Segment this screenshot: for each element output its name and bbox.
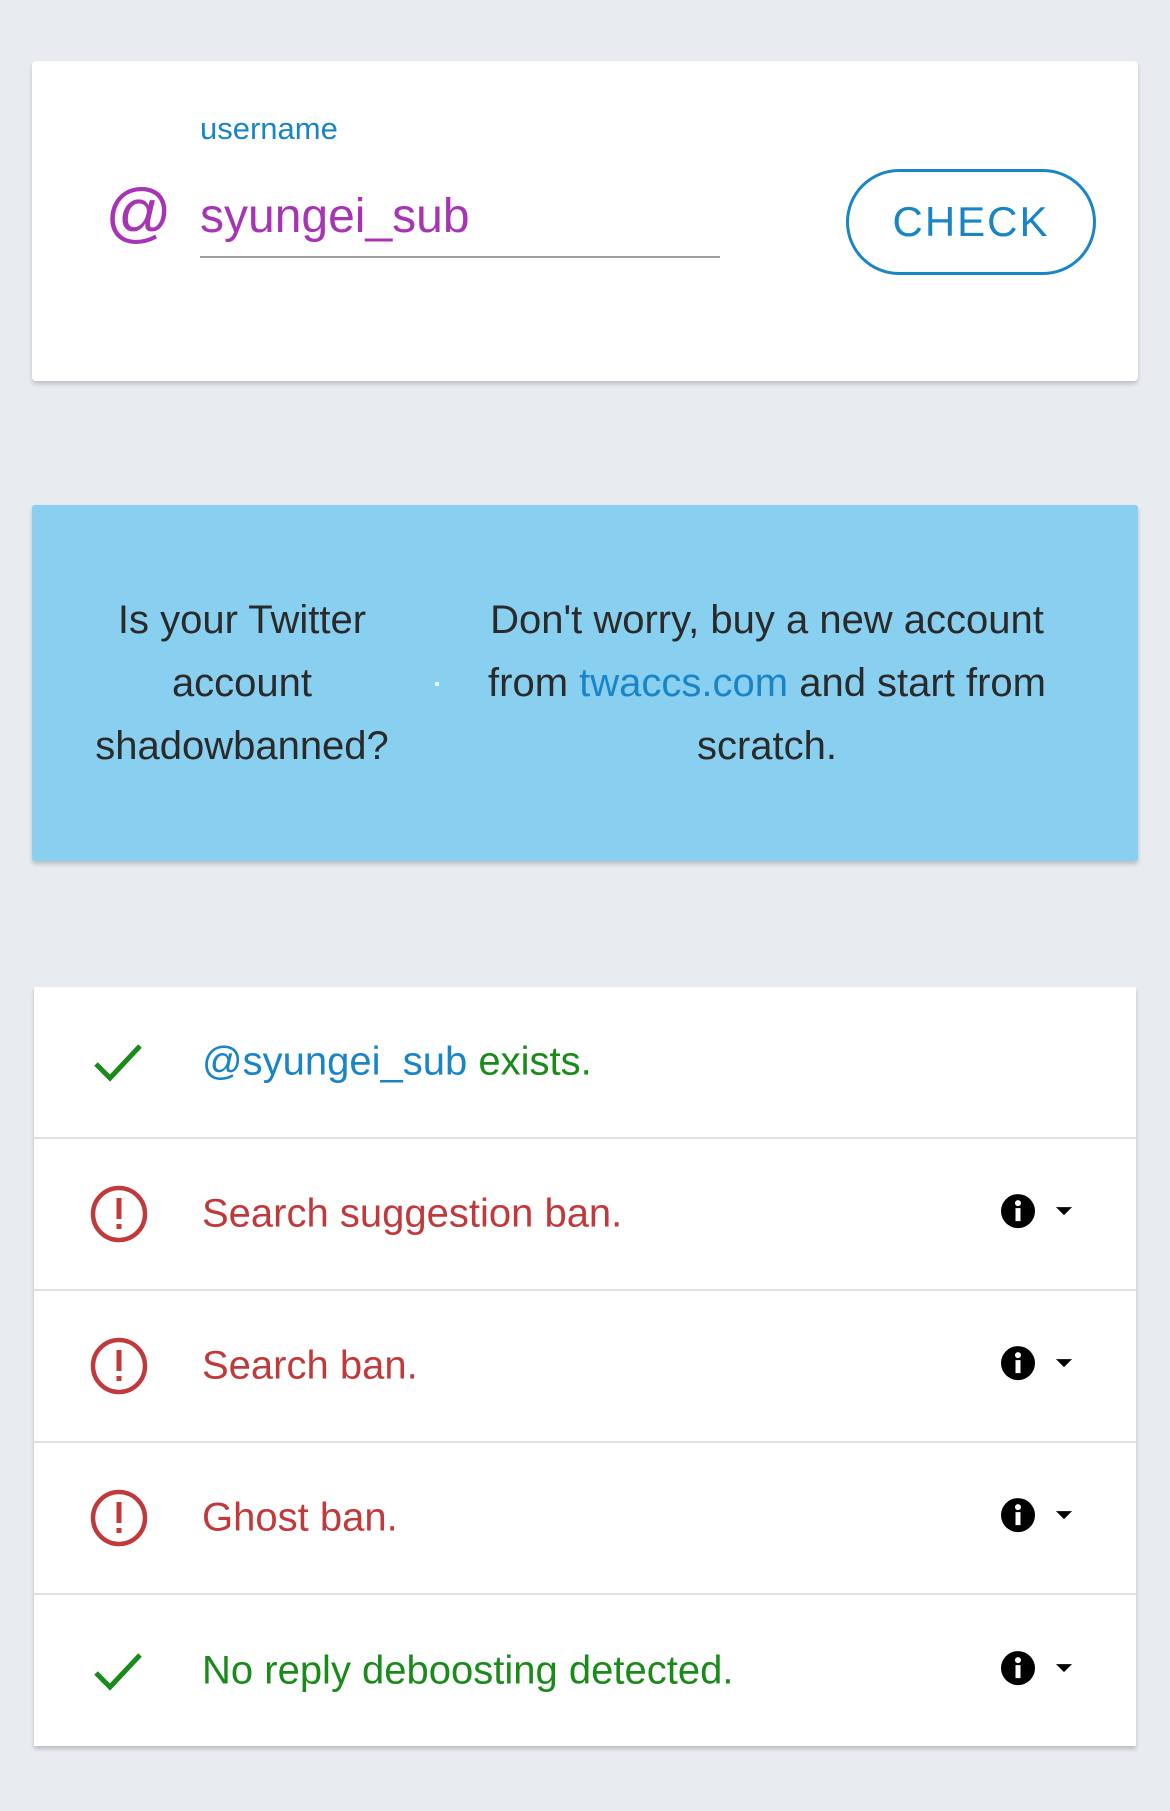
result-row-exists: @syungei_sub exists. xyxy=(34,987,1136,1139)
info-toggle[interactable] xyxy=(1000,1345,1074,1381)
ad-banner: Is your Twitter account shadowbanned? Do… xyxy=(32,505,1138,861)
result-message: Search suggestion ban. xyxy=(202,1191,623,1236)
checkmark-icon xyxy=(94,1652,142,1691)
result-message: No reply deboosting detected. xyxy=(202,1648,734,1692)
at-sign-icon: @ xyxy=(104,175,171,249)
info-toggle[interactable] xyxy=(1000,1497,1074,1533)
result-row-search-suggestion-ban: Search suggestion ban. xyxy=(34,1139,1136,1291)
alert-circle-icon xyxy=(90,1337,148,1395)
banner-offer: Don't worry, buy a new account from twac… xyxy=(452,589,1082,778)
info-icon[interactable] xyxy=(1000,1193,1036,1229)
username-input[interactable] xyxy=(200,176,720,258)
result-message: Ghost ban. xyxy=(202,1495,398,1540)
result-row-ghost-ban: Ghost ban. xyxy=(34,1443,1136,1595)
checkmark-icon xyxy=(94,1044,142,1082)
result-message: Search ban. xyxy=(202,1343,418,1388)
banner-separator-dot xyxy=(435,682,439,686)
info-toggle[interactable] xyxy=(1000,1193,1074,1229)
info-icon[interactable] xyxy=(1000,1650,1036,1686)
info-toggle[interactable] xyxy=(1000,1650,1074,1686)
chevron-down-icon[interactable] xyxy=(1054,1509,1074,1521)
chevron-down-icon[interactable] xyxy=(1054,1357,1074,1369)
username-label: username xyxy=(200,111,338,146)
result-row-reply-deboosting: No reply deboosting detected. xyxy=(34,1595,1136,1746)
result-username: @syungei_sub xyxy=(202,1039,468,1084)
banner-question: Is your Twitter account shadowbanned? xyxy=(95,597,389,768)
chevron-down-icon[interactable] xyxy=(1054,1662,1074,1674)
info-icon[interactable] xyxy=(1000,1345,1036,1381)
result-text: @syungei_sub exists. xyxy=(202,1040,592,1085)
twaccs-link[interactable]: twaccs.com xyxy=(579,661,788,705)
chevron-down-icon[interactable] xyxy=(1054,1205,1074,1217)
info-icon[interactable] xyxy=(1000,1497,1036,1533)
alert-circle-icon xyxy=(90,1489,148,1547)
username-card: username @ CHECK xyxy=(32,61,1138,381)
result-message: exists. xyxy=(467,1039,592,1084)
alert-circle-icon xyxy=(90,1185,148,1243)
result-row-search-ban: Search ban. xyxy=(34,1291,1136,1443)
check-button[interactable]: CHECK xyxy=(846,169,1096,275)
results-card: @syungei_sub exists. Search suggestion b… xyxy=(34,987,1136,1746)
